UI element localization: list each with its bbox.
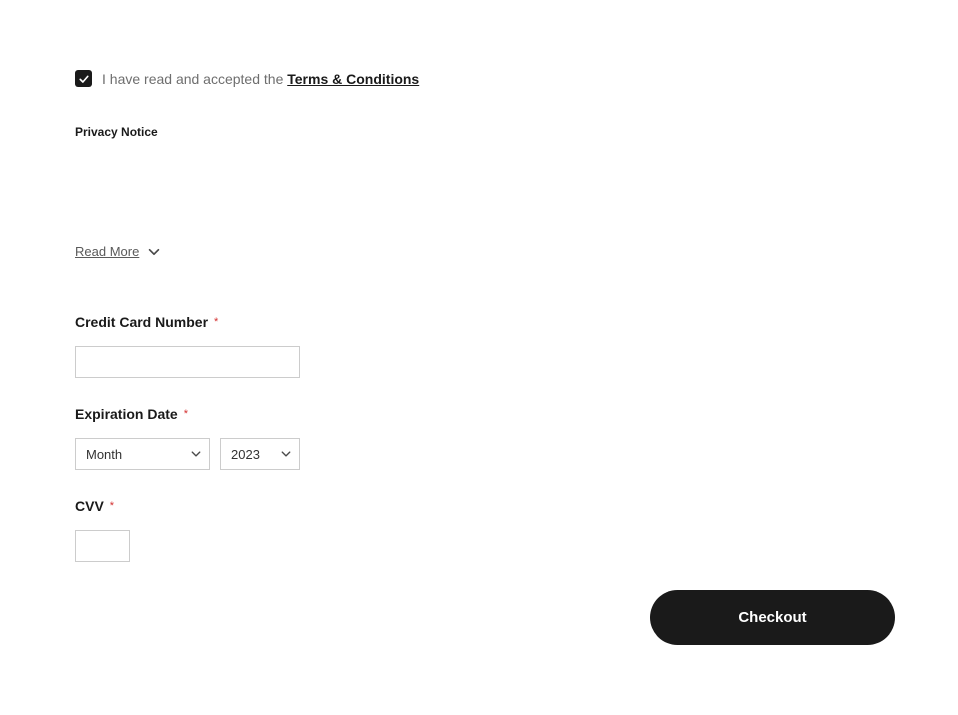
required-mark: * <box>214 316 218 328</box>
credit-card-group: Credit Card Number * <box>75 314 883 378</box>
terms-prefix: I have read and accepted the <box>102 71 287 87</box>
terms-link[interactable]: Terms & Conditions <box>287 71 419 87</box>
read-more-text: Read More <box>75 244 139 259</box>
terms-checkbox[interactable] <box>75 70 92 87</box>
required-mark: * <box>184 408 188 420</box>
checkout-row: Checkout <box>75 590 895 645</box>
credit-card-label: Credit Card Number <box>75 314 208 330</box>
chevron-down-icon <box>147 245 161 259</box>
year-select[interactable]: 2023 <box>220 438 300 470</box>
checkout-button[interactable]: Checkout <box>650 590 895 645</box>
terms-text: I have read and accepted the Terms & Con… <box>102 71 419 87</box>
month-select-wrap: Month <box>75 438 210 470</box>
required-mark: * <box>110 500 114 512</box>
read-more-toggle[interactable]: Read More <box>75 244 883 259</box>
terms-row: I have read and accepted the Terms & Con… <box>75 70 883 87</box>
year-select-wrap: 2023 <box>220 438 300 470</box>
privacy-notice-title: Privacy Notice <box>75 125 883 139</box>
month-select[interactable]: Month <box>75 438 210 470</box>
cvv-label: CVV <box>75 498 104 514</box>
expiration-group: Expiration Date * Month 2023 <box>75 406 883 470</box>
cvv-group: CVV * <box>75 498 883 562</box>
check-icon <box>78 73 90 85</box>
credit-card-input[interactable] <box>75 346 300 378</box>
cvv-input[interactable] <box>75 530 130 562</box>
expiration-label: Expiration Date <box>75 406 178 422</box>
